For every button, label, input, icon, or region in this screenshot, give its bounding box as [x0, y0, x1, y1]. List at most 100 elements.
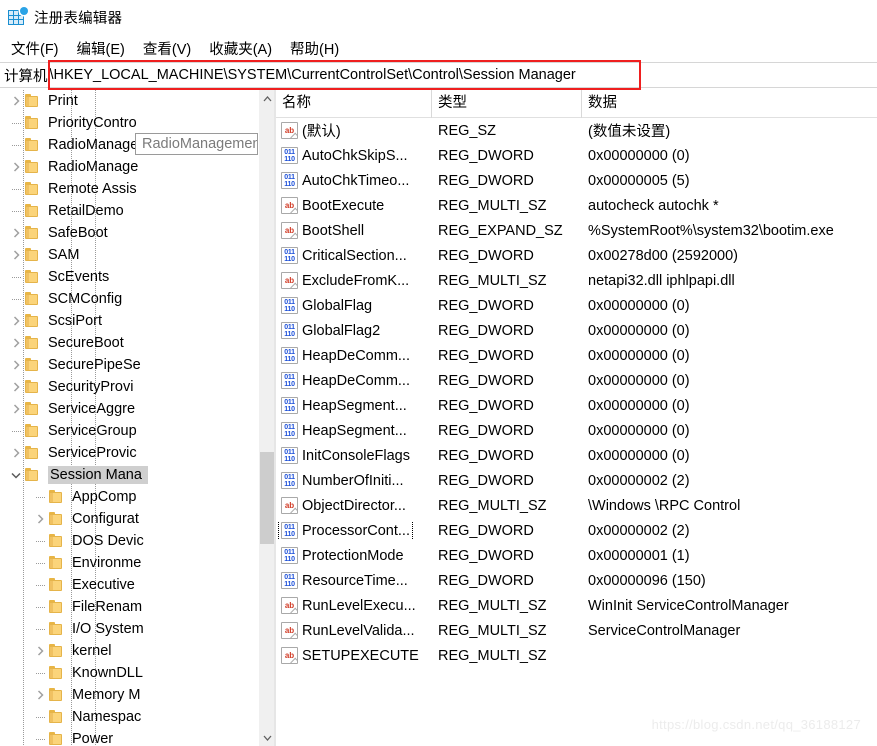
tree-item-servicegroup[interactable]: ServiceGroup — [0, 420, 258, 442]
tree-item-power[interactable]: Power — [0, 728, 258, 746]
cell-value-name[interactable]: ab ObjectDirector... — [276, 496, 431, 515]
tree-item-kernel[interactable]: kernel — [0, 640, 258, 662]
cell-value-name[interactable]: ab RunLevelValida... — [276, 621, 431, 640]
cell-value-name[interactable]: 011 110 ResourceTime... — [276, 571, 431, 590]
address-path-text[interactable]: \HKEY_LOCAL_MACHINE\SYSTEM\CurrentContro… — [48, 67, 576, 83]
chevron-right-icon[interactable] — [32, 640, 48, 662]
menu-favorites[interactable]: 收藏夹(A) — [200, 36, 281, 61]
scroll-up-icon[interactable] — [259, 90, 275, 107]
table-row[interactable]: 011 110 HeapDeComm... REG_DWORD 0x00000000 (… — [276, 368, 877, 393]
menu-file[interactable]: 文件(F) — [2, 36, 68, 61]
cell-value-name[interactable]: 011 110 GlobalFlag2 — [276, 321, 431, 340]
table-row[interactable]: 011 110 ResourceTime... REG_DWORD 0x00000096… — [276, 568, 877, 593]
tree-item-scevents[interactable]: ScEvents — [0, 266, 258, 288]
table-row[interactable]: 011 110 CriticalSection... REG_DWORD 0x00278… — [276, 243, 877, 268]
table-row[interactable]: 011 110 InitConsoleFlags REG_DWORD 0x0000000… — [276, 443, 877, 468]
tree-item-memory-m[interactable]: Memory M — [0, 684, 258, 706]
chevron-right-icon[interactable] — [8, 222, 24, 244]
table-row[interactable]: 011 110 ProtectionMode REG_DWORD 0x00000001 … — [276, 543, 877, 568]
tree-item-dos-devic[interactable]: DOS Devic — [0, 530, 258, 552]
tree-item-environme[interactable]: Environme — [0, 552, 258, 574]
cell-value-name[interactable]: 011 110 ProcessorCont... — [276, 521, 431, 540]
table-row[interactable]: ab SETUPEXECUTE REG_MULTI_SZ — [276, 643, 877, 668]
cell-value-name[interactable]: 011 110 ProtectionMode — [276, 546, 431, 565]
cell-value-name[interactable]: 011 110 CriticalSection... — [276, 246, 431, 265]
table-row[interactable]: ab ObjectDirector... REG_MULTI_SZ \Windows … — [276, 493, 877, 518]
chevron-right-icon[interactable] — [8, 310, 24, 332]
table-row[interactable]: 011 110 GlobalFlag REG_DWORD 0x00000000 (0) — [276, 293, 877, 318]
tree-item-print[interactable]: Print — [0, 90, 258, 112]
column-header-data[interactable]: 数据 — [581, 90, 871, 118]
tree-item-knowndll[interactable]: KnownDLL — [0, 662, 258, 684]
cell-value-name[interactable]: 011 110 HeapDeComm... — [276, 346, 431, 365]
tree-item-sam[interactable]: SAM — [0, 244, 258, 266]
tree-item-retaildemo[interactable]: RetailDemo — [0, 200, 258, 222]
table-row[interactable]: 011 110 HeapDeComm... REG_DWORD 0x00000000 (… — [276, 343, 877, 368]
cell-value-name[interactable]: 011 110 HeapDeComm... — [276, 371, 431, 390]
cell-value-name[interactable]: ab SETUPEXECUTE — [276, 646, 431, 665]
tree-item-filerenam[interactable]: FileRenam — [0, 596, 258, 618]
scroll-down-icon[interactable] — [259, 729, 275, 746]
tree-item-safeboot[interactable]: SafeBoot — [0, 222, 258, 244]
tree-item-scsiport[interactable]: ScsiPort — [0, 310, 258, 332]
cell-value-name[interactable]: ab RunLevelExecu... — [276, 596, 431, 615]
tree-item-secureboot[interactable]: SecureBoot — [0, 332, 258, 354]
cell-value-name[interactable]: 011 110 AutoChkTimeo... — [276, 171, 431, 190]
tree-item-configurat[interactable]: Configurat — [0, 508, 258, 530]
registry-values-panel[interactable]: 名称 类型 数据 ab (默认) REG_SZ (数值未设置) 011 110 AutoCh… — [276, 90, 877, 746]
tree-item-i-o-system[interactable]: I/O System — [0, 618, 258, 640]
menu-help[interactable]: 帮助(H) — [281, 36, 348, 61]
cell-value-name[interactable]: 011 110 InitConsoleFlags — [276, 446, 431, 465]
chevron-down-icon[interactable] — [8, 464, 24, 486]
address-bar[interactable]: 计算机 \HKEY_LOCAL_MACHINE\SYSTEM\CurrentCo… — [0, 62, 877, 88]
table-row[interactable]: ab BootExecute REG_MULTI_SZ autocheck autoc… — [276, 193, 877, 218]
table-row[interactable]: 011 110 AutoChkTimeo... REG_DWORD 0x00000005… — [276, 168, 877, 193]
chevron-right-icon[interactable] — [8, 442, 24, 464]
tree-scrollbar-thumb[interactable] — [260, 452, 274, 544]
tree-item-scmconfig[interactable]: SCMConfig — [0, 288, 258, 310]
table-row[interactable]: 011 110 HeapSegment... REG_DWORD 0x00000000 … — [276, 393, 877, 418]
table-row[interactable]: ab BootShell REG_EXPAND_SZ %SystemRoot%\sys… — [276, 218, 877, 243]
cell-value-name[interactable]: 011 110 GlobalFlag — [276, 296, 431, 315]
chevron-right-icon[interactable] — [8, 398, 24, 420]
table-row[interactable]: 011 110 ProcessorCont... REG_DWORD 0x0000000… — [276, 518, 877, 543]
registry-tree-panel[interactable]: Print PriorityContro RadioManagement RadioM… — [0, 90, 258, 746]
tree-item-radiomanage[interactable]: RadioManage — [0, 156, 258, 178]
table-row[interactable]: ab RunLevelExecu... REG_MULTI_SZ WinInit Se… — [276, 593, 877, 618]
tree-item-securityprovi[interactable]: SecurityProvi — [0, 376, 258, 398]
column-header-name[interactable]: 名称 — [276, 90, 431, 118]
cell-value-name[interactable]: 011 110 HeapSegment... — [276, 396, 431, 415]
cell-value-name[interactable]: 011 110 AutoChkSkipS... — [276, 146, 431, 165]
table-row[interactable]: 011 110 GlobalFlag2 REG_DWORD 0x00000000 (0) — [276, 318, 877, 343]
menu-view[interactable]: 查看(V) — [134, 36, 200, 61]
chevron-right-icon[interactable] — [32, 684, 48, 706]
table-row[interactable]: ab RunLevelValida... REG_MULTI_SZ ServiceCo… — [276, 618, 877, 643]
column-header-type[interactable]: 类型 — [431, 90, 581, 118]
tree-item-serviceaggre[interactable]: ServiceAggre — [0, 398, 258, 420]
cell-value-name[interactable]: ab ExcludeFromK... — [276, 271, 431, 290]
cell-value-name[interactable]: ab BootExecute — [276, 196, 431, 215]
menu-edit[interactable]: 编辑(E) — [68, 36, 134, 61]
tree-item-executive[interactable]: Executive — [0, 574, 258, 596]
table-row[interactable]: ab (默认) REG_SZ (数值未设置) — [276, 118, 877, 143]
table-row[interactable]: 011 110 NumberOfIniti... REG_DWORD 0x0000000… — [276, 468, 877, 493]
table-row[interactable]: 011 110 AutoChkSkipS... REG_DWORD 0x00000000… — [276, 143, 877, 168]
cell-value-name[interactable]: ab (默认) — [276, 119, 431, 142]
chevron-right-icon[interactable] — [8, 376, 24, 398]
tree-scrollbar[interactable] — [258, 90, 275, 746]
tree-item-prioritycontro[interactable]: PriorityContro — [0, 112, 258, 134]
chevron-right-icon[interactable] — [8, 156, 24, 178]
cell-value-name[interactable]: 011 110 HeapSegment... — [276, 421, 431, 440]
tree-item-session-mana[interactable]: Session Mana — [0, 464, 258, 486]
table-row[interactable]: ab ExcludeFromK... REG_MULTI_SZ netapi32.dl… — [276, 268, 877, 293]
tree-item-remote-assis[interactable]: Remote Assis — [0, 178, 258, 200]
tree-item-namespac[interactable]: Namespac — [0, 706, 258, 728]
chevron-right-icon[interactable] — [32, 508, 48, 530]
cell-value-name[interactable]: ab BootShell — [276, 221, 431, 240]
table-row[interactable]: 011 110 HeapSegment... REG_DWORD 0x00000000 … — [276, 418, 877, 443]
cell-value-name[interactable]: 011 110 NumberOfIniti... — [276, 471, 431, 490]
chevron-right-icon[interactable] — [8, 332, 24, 354]
tree-item-appcomp[interactable]: AppComp — [0, 486, 258, 508]
tree-item-securepipese[interactable]: SecurePipeSe — [0, 354, 258, 376]
chevron-right-icon[interactable] — [8, 90, 24, 112]
